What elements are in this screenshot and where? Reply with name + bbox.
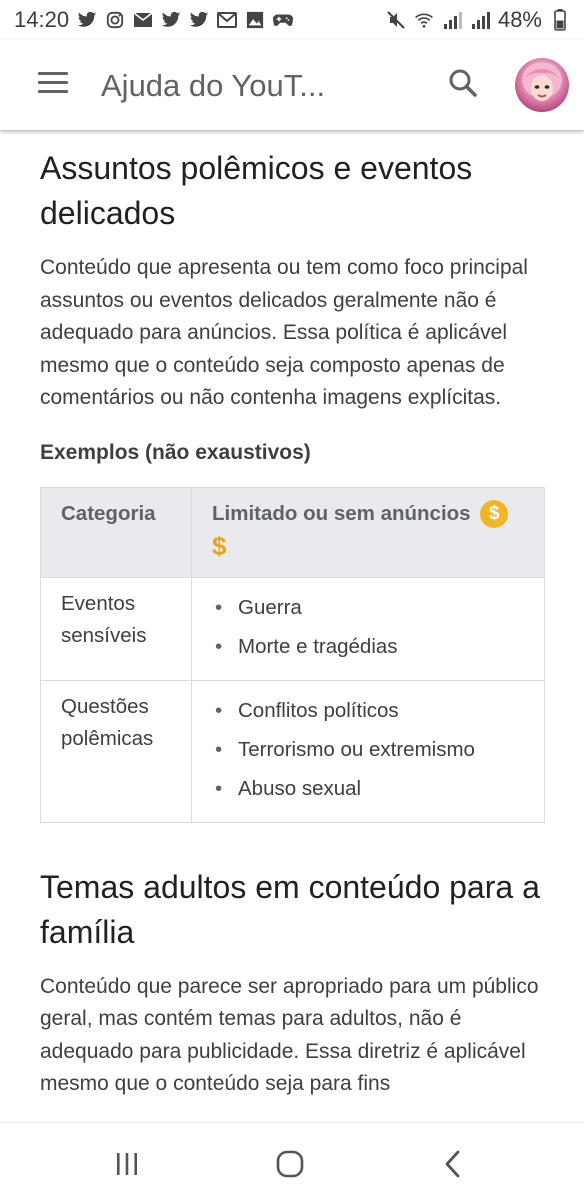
list-item: Morte e tragédias bbox=[215, 627, 524, 666]
column-header-category: Categoria bbox=[40, 486, 192, 578]
table-row: Eventos sensíveis Guerra Morte e tragédi… bbox=[40, 576, 545, 681]
column-header-label: Categoria bbox=[61, 501, 156, 525]
search-icon[interactable] bbox=[447, 67, 479, 99]
table-header-row: Categoria Limitado ou sem anúncios $ $ bbox=[40, 486, 545, 578]
recent-apps-icon[interactable] bbox=[110, 1147, 144, 1181]
gamepad-icon bbox=[273, 10, 294, 30]
wifi-icon bbox=[414, 10, 434, 30]
list-item: Conflitos políticos bbox=[215, 691, 524, 730]
table-cell-items: Guerra Morte e tragédias bbox=[191, 576, 545, 681]
home-icon[interactable] bbox=[273, 1147, 307, 1181]
twitter-icon bbox=[161, 10, 181, 30]
help-article: Assuntos polêmicos e eventos delicados C… bbox=[40, 130, 548, 1101]
avatar[interactable] bbox=[515, 58, 569, 112]
signal-icon bbox=[442, 10, 462, 30]
instagram-icon bbox=[105, 10, 125, 30]
item-list: Guerra Morte e tragédias bbox=[212, 588, 524, 666]
section-description: Conteúdo que apresenta ou tem como foco … bbox=[40, 256, 528, 409]
table-cell-category: Questões polêmicas bbox=[40, 679, 192, 823]
table-cell-category: Eventos sensíveis bbox=[40, 576, 192, 681]
mail-icon bbox=[133, 10, 153, 30]
item-list: Conflitos políticos Terrorismo ou extrem… bbox=[212, 691, 524, 808]
twitter-icon bbox=[77, 10, 97, 30]
navigation-bar bbox=[0, 1122, 584, 1201]
battery-icon bbox=[550, 9, 570, 31]
section-description: Conteúdo que parece ser apropriado para … bbox=[40, 974, 539, 1096]
status-right: 48% bbox=[386, 7, 570, 33]
examples-table: Categoria Limitado ou sem anúncios $ $ E… bbox=[40, 486, 545, 823]
status-time: 14:20 bbox=[14, 7, 70, 32]
table-row: Questões polêmicas Conflitos políticos T… bbox=[40, 679, 545, 823]
column-header-limited-ads: Limitado ou sem anúncios $ $ bbox=[191, 486, 545, 578]
battery-percent: 48% bbox=[497, 7, 542, 32]
image-icon bbox=[245, 10, 265, 30]
status-left: 14:20 bbox=[14, 7, 294, 33]
hamburger-menu-icon[interactable] bbox=[38, 72, 68, 96]
list-item: Guerra bbox=[215, 588, 524, 627]
page-title: Ajuda do YouT... bbox=[101, 68, 326, 103]
column-header-label: Limitado ou sem anúncios bbox=[212, 501, 471, 525]
gmail-icon bbox=[217, 10, 238, 30]
coin-icon: $ bbox=[480, 500, 509, 529]
back-icon[interactable] bbox=[437, 1147, 471, 1181]
table-cell-items: Conflitos políticos Terrorismo ou extrem… bbox=[191, 679, 545, 823]
signal-icon bbox=[470, 10, 490, 30]
dollar-icon: $ bbox=[212, 530, 227, 561]
section-title: Temas adultos em conteúdo para a família bbox=[40, 868, 540, 950]
status-bar: 14:20 48% bbox=[0, 0, 584, 40]
twitter-icon bbox=[189, 10, 209, 30]
mute-icon bbox=[386, 10, 406, 30]
section-title: Assuntos polêmicos e eventos delicados bbox=[40, 150, 473, 231]
app-bar: Ajuda do YouT... bbox=[0, 40, 584, 130]
list-item: Abuso sexual bbox=[215, 769, 524, 808]
examples-label: Exemplos (não exaustivos) bbox=[40, 440, 311, 464]
list-item: Terrorismo ou extremismo bbox=[215, 730, 524, 769]
